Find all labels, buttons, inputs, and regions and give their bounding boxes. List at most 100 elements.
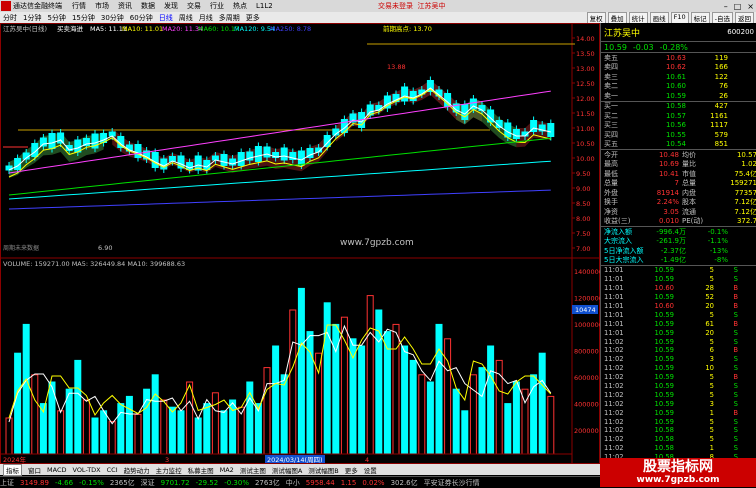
flow-pct: -0.1% [707, 227, 728, 236]
indicator-tab-12[interactable]: 更多 [345, 465, 358, 475]
restore-rights-button[interactable]: 复权 [586, 11, 606, 24]
mark-button[interactable]: 标记 [690, 11, 710, 24]
statistics-button[interactable]: 统计 [628, 11, 648, 24]
menu-item-trade[interactable]: 交易 [187, 1, 201, 11]
stat-value: 10.48 [658, 150, 679, 159]
period-tab-timeshare[interactable]: 分时 [3, 13, 17, 23]
tick-time: 11:02 [604, 408, 624, 417]
tick-side: S [733, 310, 738, 319]
flow-label: 大宗流入 [604, 237, 632, 246]
app-title: 通达信金融终端 [13, 2, 62, 10]
indicator-tab-7[interactable]: 私募主图 [188, 465, 214, 475]
quote-panel: 江苏吴中 600200 10.59 -0.03 -0.28% 卖五 10.63 11… [600, 23, 756, 470]
indicator-tab-13[interactable]: 设置 [364, 465, 377, 475]
stat-label: 股本 [682, 198, 696, 207]
indicator-tab-11[interactable]: 测试幅图B [308, 465, 338, 475]
tick-volume: 28 [705, 284, 714, 293]
period-tab-5min[interactable]: 5分钟 [47, 13, 65, 23]
period-tab-monthly[interactable]: 月线 [199, 13, 213, 23]
indicator-tab-0[interactable]: 指标 [3, 463, 22, 476]
flow-row: 大宗流入 -261.9万 -1.1% [601, 237, 756, 247]
toolbar-right-group: 复权 叠加 统计 画线 F10 标记 -自选 返回 [586, 11, 754, 24]
period-tab-daily[interactable]: 日线 [159, 13, 173, 23]
draw-line-button[interactable]: 画线 [649, 11, 669, 24]
volume-tick-label: 1400000 [574, 268, 600, 276]
login-status[interactable]: 交易未登录 江苏吴中 [378, 1, 445, 11]
tick-side: S [733, 337, 738, 346]
tick-side: S [733, 328, 738, 337]
menu-item-quote[interactable]: 行情 [72, 1, 86, 11]
indicator-tab-10[interactable]: 测试幅图A [272, 465, 302, 475]
menu-item-data[interactable]: 数据 [141, 1, 155, 11]
volume-ma5-line [8, 324, 552, 425]
back-button[interactable]: 返回 [735, 11, 754, 24]
flow-value: -2.37亿 [660, 246, 686, 255]
overlay-button[interactable]: 叠加 [607, 11, 627, 24]
volume-bar [57, 410, 65, 455]
volume-bar [151, 374, 159, 455]
volume-tick-label: 800000 [574, 348, 599, 356]
bid-row: 买三 10.56 1117 [601, 121, 756, 131]
volume-ma-lines [8, 324, 552, 425]
flow-value: -261.9万 [656, 237, 686, 246]
tick-volume: 20 [705, 302, 714, 310]
indicator-tab-4[interactable]: CCI [107, 466, 118, 474]
candle-body [48, 133, 56, 149]
month-label-3: 3 [165, 456, 169, 464]
menu-item-market[interactable]: 市场 [95, 1, 109, 11]
tick-list[interactable]: 11:01 10.59 5 S 11:01 10.59 5 S 11:01 10.60 28 B 11:… [601, 265, 756, 470]
volume-bar [5, 417, 13, 455]
tick-volume: 3 [709, 399, 714, 408]
indicator-tab-8[interactable]: MA2 [220, 466, 234, 474]
candle-body [237, 152, 245, 166]
tick-time: 11:01 [604, 284, 624, 293]
menu-item-l1l2[interactable]: L1L2 [256, 2, 273, 10]
indicator-tab-9[interactable]: 测试主图 [240, 465, 266, 475]
tick-volume: 5 [709, 390, 714, 399]
tick-volume: 5 [709, 435, 714, 444]
tick-row: 11:01 10.59 20 S [601, 328, 756, 337]
minimize-icon[interactable]: – [724, 2, 728, 11]
period-tab-60min[interactable]: 60分钟 [130, 13, 153, 23]
menu-item-hotspot[interactable]: 热点 [233, 1, 247, 11]
period-tab-multi[interactable]: 多周期 [219, 13, 240, 23]
indicator-tab-5[interactable]: 趋势动力 [124, 465, 150, 475]
f10-button[interactable]: F10 [670, 11, 689, 24]
ask-row: 卖三 10.61 122 [601, 72, 756, 82]
maximize-icon[interactable]: □ [734, 2, 742, 11]
app-logo-icon [1, 1, 11, 11]
close-icon[interactable]: × [747, 2, 754, 11]
indicator-tab-1[interactable]: 窗口 [28, 465, 41, 475]
stat-value: 0.010 [658, 217, 679, 226]
indicator-tab-6[interactable]: 主力监控 [156, 465, 182, 475]
menu-item-industry[interactable]: 行业 [210, 1, 224, 11]
stat-value: 10.69 [658, 160, 679, 169]
remove-watchlist-button[interactable]: -自选 [711, 11, 733, 24]
tick-price: 10.59 [654, 355, 674, 364]
kline-chart[interactable]: 江苏吴中(日线) 买卖海进 MA5: 11.11 MA10: 11.01 MA2… [0, 23, 600, 464]
tick-volume: 61 [705, 319, 714, 328]
stat-row: 收益(三) 0.010 PE(动) 372.7 [601, 217, 756, 227]
tick-time: 11:02 [604, 390, 624, 399]
ask-book: 卖五 10.63 119 卖四 10.62 166 卖三 10.61 122 卖二 10.60 76 卖… [601, 53, 756, 101]
indicator-tab-2[interactable]: MACD [47, 466, 66, 474]
period-tab-30min[interactable]: 30分钟 [101, 13, 124, 23]
menu-item-news[interactable]: 资讯 [118, 1, 132, 11]
flow-row: 5日净流入额 -2.37亿 -13% [601, 246, 756, 256]
indicator-tab-3[interactable]: VOL-TDX [72, 466, 100, 474]
ask-row: 卖四 10.62 166 [601, 63, 756, 73]
volume-bar [452, 388, 460, 455]
sz-pct: -0.30% [224, 478, 249, 487]
tick-time: 11:01 [604, 310, 624, 319]
period-tab-more[interactable]: 更多 [246, 13, 260, 23]
volume-axis: 1400000 1200000 1000000 800000 600000 400000 2… [574, 268, 600, 435]
tick-side: B [733, 319, 738, 328]
period-tab-weekly[interactable]: 周线 [179, 13, 193, 23]
stat-value: 77357 [734, 188, 756, 197]
tick-price: 10.59 [654, 328, 674, 337]
volume-bar [409, 359, 417, 455]
menu-item-discover[interactable]: 发现 [164, 1, 178, 11]
period-tab-1min[interactable]: 1分钟 [23, 13, 41, 23]
tick-side: S [733, 399, 738, 408]
period-tab-15min[interactable]: 15分钟 [72, 13, 95, 23]
